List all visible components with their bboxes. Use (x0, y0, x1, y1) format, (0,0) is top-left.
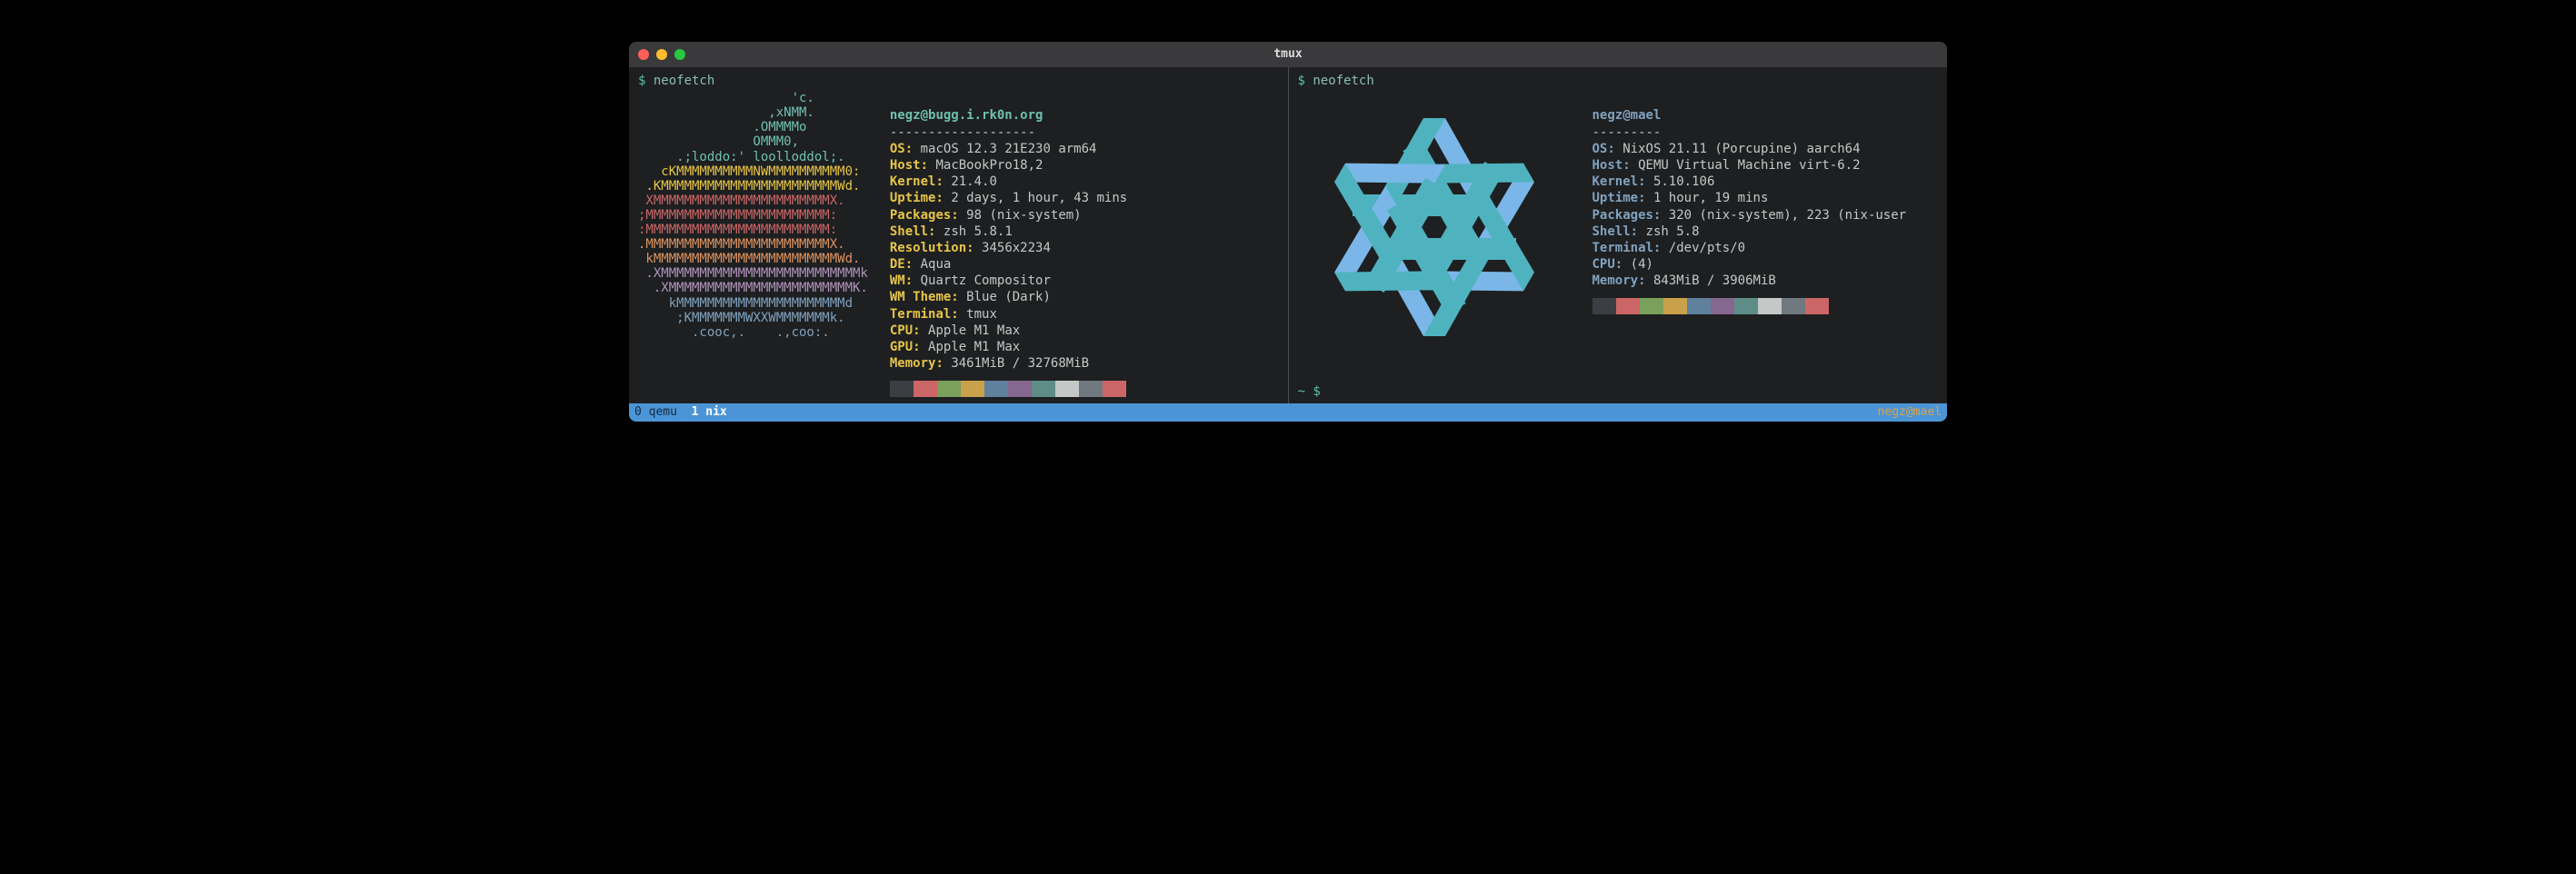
nixos-logo (1298, 91, 1571, 363)
tmux-pane-left[interactable]: $ neofetch 'c. ,xNMM. .OMMMMo OMMM0, .;l… (629, 67, 1288, 403)
info-shell: zsh 5.8.1 (944, 224, 1013, 239)
color-swatch (1758, 298, 1782, 314)
info-packages: 320 (nix-system), 223 (nix-user (1669, 208, 1906, 223)
color-swatch (890, 381, 914, 397)
tmux-window-1-active[interactable]: 1 nix (692, 405, 727, 419)
color-swatches (1593, 298, 1907, 314)
traffic-lights (638, 49, 685, 60)
color-swatch (1103, 381, 1126, 397)
zoom-button[interactable] (674, 49, 685, 60)
window-title: tmux (629, 47, 1947, 63)
info-cpu: Apple M1 Max (928, 323, 1020, 338)
info-resolution: 3456x2234 (982, 241, 1051, 255)
terminal-window: tmux $ neofetch 'c. ,xNMM. .OMMMMo OMMM0… (629, 42, 1947, 422)
info-uptime: 1 hour, 19 mins (1653, 191, 1768, 205)
info-kernel: 21.4.0 (951, 174, 997, 189)
command-text: neofetch (654, 74, 714, 88)
apple-ascii-logo: 'c. ,xNMM. .OMMMMo OMMM0, .;loddo:' lool… (638, 91, 868, 403)
divider: --------- (1593, 125, 1662, 140)
color-swatches (890, 381, 1127, 397)
color-swatch (1663, 298, 1687, 314)
title-bar[interactable]: tmux (629, 42, 1947, 67)
color-swatch (961, 381, 984, 397)
color-swatch (984, 381, 1008, 397)
user-host: negz@bugg.i.rk0n.org (890, 108, 1043, 123)
tmux-status-right: negz@mael (1878, 405, 1942, 421)
info-kernel: 5.10.106 (1653, 174, 1714, 189)
info-host: MacBookPro18,2 (935, 158, 1043, 173)
info-gpu: Apple M1 Max (928, 340, 1020, 354)
close-button[interactable] (638, 49, 649, 60)
color-swatch (1593, 298, 1616, 314)
info-os: macOS 12.3 21E230 arm64 (921, 142, 1097, 156)
color-swatch (1008, 381, 1032, 397)
info-shell: zsh 5.8 (1646, 224, 1700, 239)
info-wmtheme: Blue (Dark) (966, 290, 1051, 304)
color-swatch (1032, 381, 1055, 397)
color-swatch (1079, 381, 1103, 397)
color-swatch (1687, 298, 1711, 314)
color-swatch (1782, 298, 1805, 314)
tmux-panes: $ neofetch 'c. ,xNMM. .OMMMMo OMMM0, .;l… (629, 67, 1947, 403)
info-os: NixOS 21.11 (Porcupine) aarch64 (1622, 142, 1860, 156)
color-swatch (1616, 298, 1640, 314)
system-info: negz@mael --------- OS: NixOS 21.11 (Por… (1593, 91, 1907, 363)
info-de: Aqua (921, 257, 952, 272)
info-uptime: 2 days, 1 hour, 43 mins (951, 191, 1127, 205)
info-memory: 843MiB / 3906MiB (1653, 273, 1776, 288)
color-swatch (937, 381, 961, 397)
info-terminal: tmux (966, 307, 997, 322)
color-swatch (1055, 381, 1079, 397)
command-text: neofetch (1313, 74, 1373, 88)
info-terminal: /dev/pts/0 (1669, 241, 1745, 255)
color-swatch (1640, 298, 1663, 314)
tmux-pane-right[interactable]: $ neofetch (1288, 67, 1948, 403)
tmux-window-0[interactable]: 0 qemu (634, 405, 677, 419)
info-memory: 3461MiB / 32768MiB (951, 356, 1089, 371)
prompt-line: $ neofetch (1298, 73, 1939, 89)
color-swatch (1734, 298, 1758, 314)
info-wm: Quartz Compositor (921, 273, 1051, 288)
user-host: negz@mael (1593, 108, 1662, 123)
info-packages: 98 (nix-system) (966, 208, 1081, 223)
neofetch-output: negz@mael --------- OS: NixOS 21.11 (Por… (1298, 91, 1939, 363)
neofetch-output: 'c. ,xNMM. .OMMMMo OMMM0, .;loddo:' lool… (638, 91, 1279, 403)
tmux-status-bar[interactable]: 0 qemu 1 nix negz@mael (629, 403, 1947, 422)
prompt-line: $ neofetch (638, 73, 1279, 89)
info-cpu: (4) (1631, 257, 1653, 272)
info-host: QEMU Virtual Machine virt-6.2 (1638, 158, 1860, 173)
color-swatch (914, 381, 937, 397)
color-swatch (1805, 298, 1829, 314)
system-info: negz@bugg.i.rk0n.org -------------------… (890, 91, 1127, 403)
tmux-windows[interactable]: 0 qemu 1 nix (634, 405, 727, 421)
divider: ------------------- (890, 125, 1035, 140)
minimize-button[interactable] (656, 49, 667, 60)
shell-prompt[interactable]: ~ $ (1298, 378, 1939, 400)
color-swatch (1711, 298, 1734, 314)
